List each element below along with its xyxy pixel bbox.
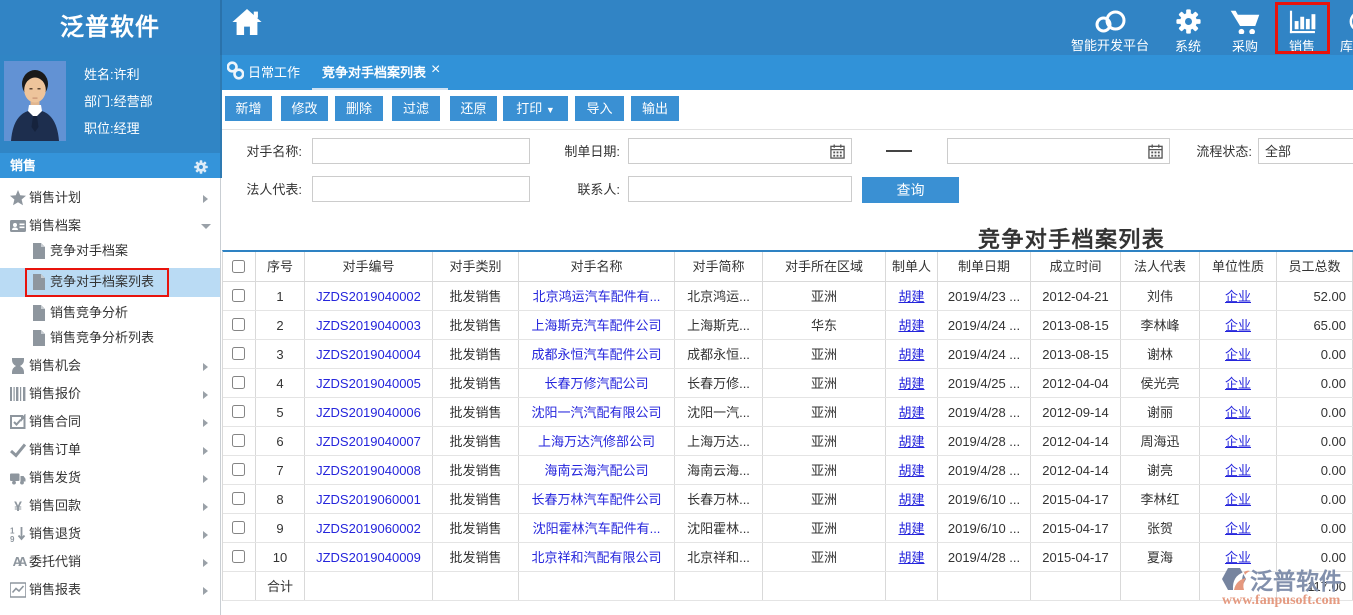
svg-text:泛普软件: 泛普软件: [1250, 568, 1342, 594]
svg-text:9: 9: [10, 535, 15, 542]
